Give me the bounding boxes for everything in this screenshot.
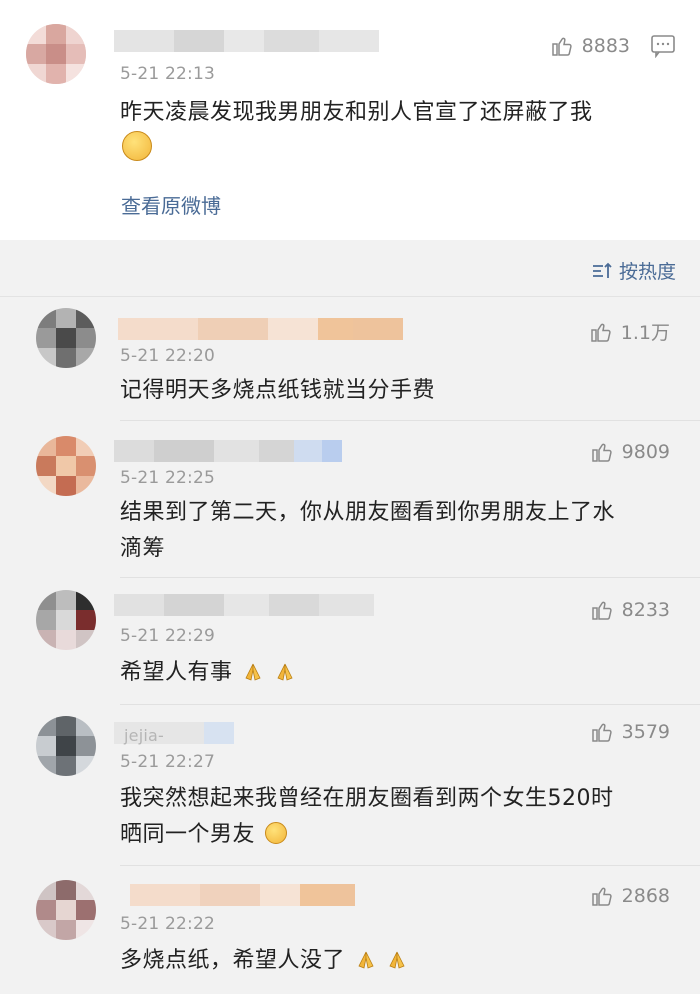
username-blurred[interactable] [114,440,342,462]
comment-text: 结果到了第二天，你从朋友圈看到你男朋友上了水 滴筹 [120,495,680,567]
avatar[interactable] [36,590,96,650]
thumbs-up-icon [591,601,612,620]
comment-icon[interactable] [650,34,676,58]
like-button[interactable]: 2868 [590,884,670,908]
comment-text-line: 希望人有事 [120,660,233,685]
folded-hands-icon [245,663,261,681]
thumbs-up-icon [551,37,572,56]
like-button[interactable]: 8883 [550,34,630,58]
sort-icon [592,262,612,278]
like-count: 2868 [621,885,670,907]
sort-label: 按热度 [618,261,676,283]
comment-timestamp: 5-21 22:25 [120,468,215,488]
comment-text-line: 滴筹 [120,536,166,561]
like-button[interactable]: 1.1万 [589,318,670,345]
username-blurred[interactable] [114,30,379,52]
comment-text-line: 我突然想起来我曾经在朋友圈看到两个女生520时 [120,786,614,811]
avatar[interactable] [36,308,96,368]
divider [120,420,700,421]
sort-by-hot-button[interactable]: 按热度 [591,257,676,284]
avatar[interactable] [26,24,86,84]
avatar[interactable] [36,880,96,940]
divider [120,704,700,705]
username-blurred[interactable] [130,884,355,906]
like-button[interactable]: 8233 [590,598,670,622]
thumbs-up-icon [591,443,612,462]
thumbs-up-icon [591,323,611,342]
like-count: 8233 [621,599,670,621]
folded-hands-icon [389,951,405,969]
comment-text-line: 记得明天多烧点纸钱就当分手费 [120,378,436,403]
laughing-face-icon [264,822,287,844]
comment-text: 昨天凌晨发现我男朋友和别人官宣了还屏蔽了我 [120,95,680,170]
comment-text: 希望人有事 [120,655,296,691]
like-button[interactable]: 9809 [590,440,670,464]
top-comment-card: 5-21 22:13 8883 昨天凌晨发现我男朋友和别人官宣了还屏蔽了我 查看… [0,0,700,240]
comment-text-line: 多烧点纸，希望人没了 [120,948,346,973]
divider [120,865,700,866]
comment-text: 记得明天多烧点纸钱就当分手费 [120,373,435,409]
thumbs-up-icon [591,887,612,906]
comment-timestamp: 5-21 22:20 [120,346,215,366]
like-count: 3579 [621,721,670,743]
view-original-link[interactable]: 查看原微博 [121,190,221,219]
comment-text: 我突然想起来我曾经在朋友圈看到两个女生520时 晒同一个男友 [120,781,680,853]
like-button[interactable]: 3579 [590,720,670,744]
comment-timestamp: 5-21 22:29 [120,626,215,646]
like-count: 1.1万 [620,322,670,344]
folded-hands-icon [357,951,374,969]
divider [0,296,700,297]
avatar[interactable] [36,716,96,776]
like-count: 9809 [621,441,670,463]
like-count: 8883 [581,35,630,57]
avatar[interactable] [36,436,96,496]
thinking-face-icon [122,131,152,161]
folded-hands-icon [276,663,293,681]
divider [120,577,700,578]
comment-text-line: 晒同一个男友 [120,822,256,847]
username-blurred[interactable] [114,594,374,616]
comment-timestamp: 5-21 22:22 [120,914,215,934]
comment-text-line: 昨天凌晨发现我男朋友和别人官宣了还屏蔽了我 [120,100,593,125]
thumbs-up-icon [591,723,612,742]
comment-text-line: 结果到了第二天，你从朋友圈看到你男朋友上了水 [120,500,616,525]
username-blurred[interactable] [118,318,403,340]
comment-text: 多烧点纸，希望人没了 [120,943,408,979]
comment-timestamp: 5-21 22:27 [120,752,215,772]
username-fragment: jejia- [124,726,164,745]
comment-timestamp: 5-21 22:13 [120,64,215,84]
